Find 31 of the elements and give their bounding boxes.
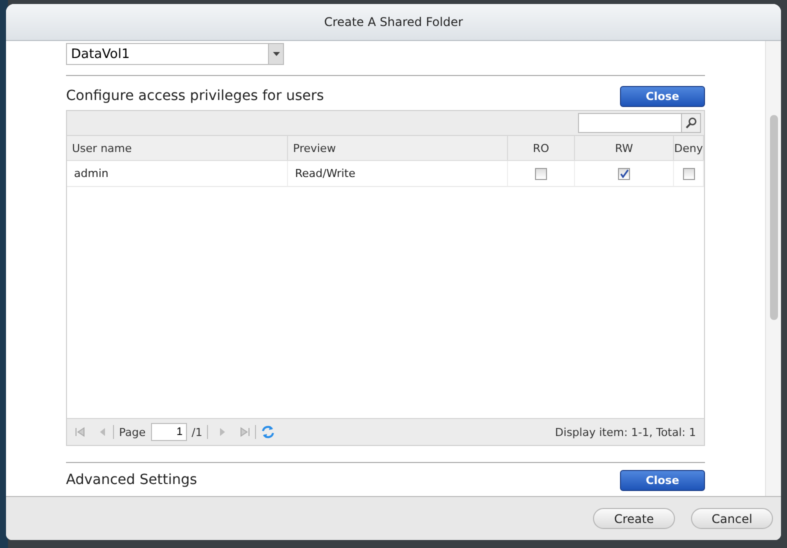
first-page-icon[interactable] (75, 427, 85, 437)
volume-dropdown[interactable]: DataVol1 (66, 43, 284, 65)
search-field[interactable] (578, 113, 701, 133)
page-total: /1 (192, 426, 202, 438)
close-button[interactable]: Close (620, 470, 705, 490)
window-title: Create A Shared Folder (6, 4, 781, 41)
section-heading: Configure access privileges for users (66, 88, 324, 104)
scrollbar-thumb[interactable] (770, 115, 778, 320)
close-button[interactable]: Close (620, 86, 705, 106)
checkbox[interactable] (682, 168, 694, 180)
column-header[interactable]: RO (508, 136, 575, 160)
display-count: Display item: 1-1, Total: 1 (555, 426, 696, 438)
page-label: Page (119, 426, 146, 438)
checkbox[interactable] (535, 168, 547, 180)
column-header[interactable]: Preview (288, 136, 508, 160)
last-page-icon[interactable] (240, 427, 250, 437)
checkbox[interactable] (618, 168, 630, 180)
previous-page-icon[interactable] (98, 427, 108, 437)
create-button[interactable]: Create (593, 508, 675, 529)
column-header[interactable]: RW (575, 136, 674, 160)
refresh-icon[interactable] (261, 425, 276, 439)
column-header[interactable]: User name (67, 136, 288, 160)
search-icon[interactable] (685, 117, 697, 129)
caret-icon (272, 52, 280, 56)
next-page-icon[interactable] (217, 427, 228, 437)
page-field[interactable]: 1 (150, 423, 187, 441)
cancel-button[interactable]: Cancel (691, 508, 773, 529)
column-header[interactable]: Deny (674, 136, 704, 160)
table-cell: Read/Write (288, 161, 508, 186)
section-heading: Advanced Settings (66, 472, 198, 488)
table-cell: admin (67, 161, 288, 186)
